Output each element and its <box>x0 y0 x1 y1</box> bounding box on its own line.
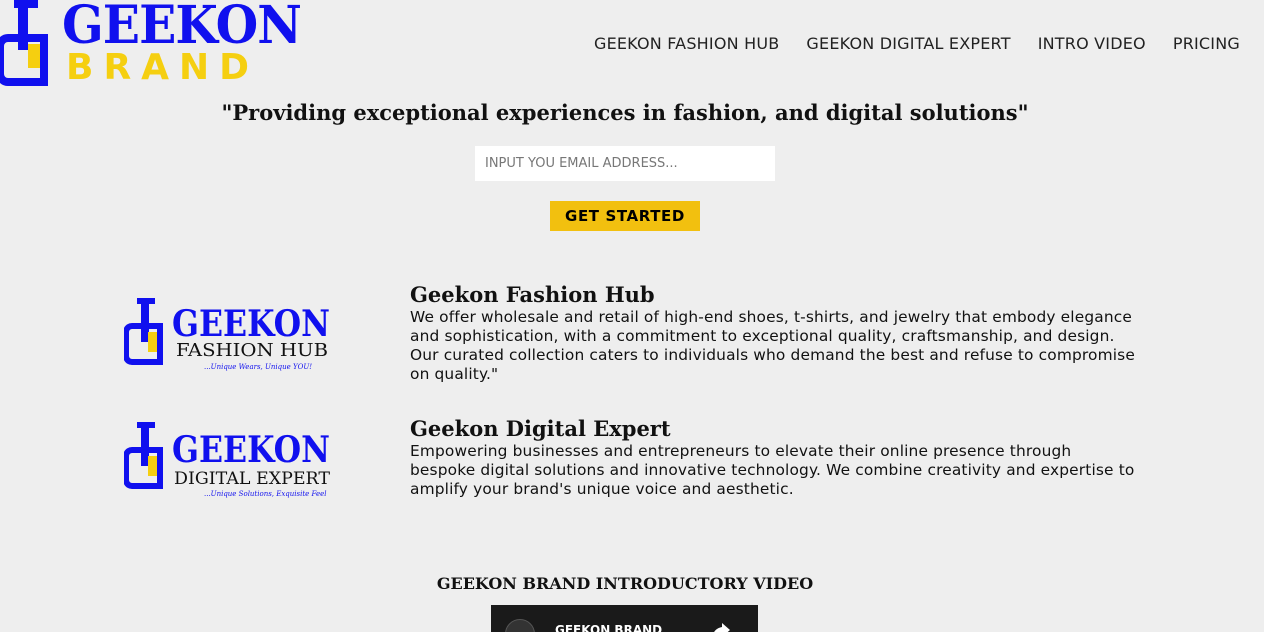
fashion-hub-logo-sub: FASHION HUB <box>176 340 328 361</box>
fashion-hub-logo[interactable]: GEEKON FASHION HUB ...Unique Wears, Uniq… <box>124 298 334 378</box>
gb-monogram-icon <box>0 0 48 86</box>
digital-expert-logo[interactable]: GEEKON DIGITAL EXPERT ...Unique Solution… <box>124 422 334 502</box>
fashion-hub-title: Geekon Fashion Hub <box>410 282 655 307</box>
share-icon[interactable] <box>710 619 732 632</box>
digital-expert-body: Geekon Digital Expert Empowering busines… <box>410 416 1140 499</box>
fashion-hub-body: Geekon Fashion Hub We offer wholesale an… <box>410 282 1140 384</box>
digital-expert-logo-sub: DIGITAL EXPERT <box>174 469 331 489</box>
fashion-hub-logo-slogan: ...Unique Wears, Unique YOU! <box>204 363 312 371</box>
hero-tagline: "Providing exceptional experiences in fa… <box>221 100 1029 125</box>
main-nav: GEEKON FASHION HUB GEEKON DIGITAL EXPERT… <box>594 34 1240 53</box>
nav-link-digital-expert[interactable]: GEEKON DIGITAL EXPERT <box>806 34 1010 53</box>
nav-link-pricing[interactable]: PRICING <box>1173 34 1240 53</box>
brand-logo[interactable]: GEEKON BRAND <box>0 0 302 90</box>
fashion-hub-description: We offer wholesale and retail of high-en… <box>410 308 1135 383</box>
brand-logo-subtext: BRAND <box>66 47 260 88</box>
video-section-title: GEEKON BRAND INTRODUCTORY VIDEO <box>436 574 814 593</box>
nav-link-fashion-hub[interactable]: GEEKON FASHION HUB <box>594 34 779 53</box>
email-input[interactable] <box>475 146 775 181</box>
digital-expert-title: Geekon Digital Expert <box>410 416 671 441</box>
digital-expert-logo-word: GEEKON <box>172 429 330 471</box>
video-player-title[interactable]: GEEKON BRAND <box>555 623 662 632</box>
site-header: GEEKON BRAND GEEKON FASHION HUB GEEKON D… <box>0 0 1264 92</box>
fashion-hub-logo-word: GEEKON <box>172 303 330 345</box>
channel-avatar-icon[interactable] <box>505 619 535 632</box>
video-player[interactable]: GEEKON BRAND <box>491 605 758 632</box>
get-started-button[interactable]: GET STARTED <box>550 201 700 231</box>
digital-expert-logo-slogan: ...Unique Solutions, Exquisite Feel <box>204 490 327 498</box>
digital-expert-description: Empowering businesses and entrepreneurs … <box>410 442 1135 498</box>
nav-link-intro-video[interactable]: INTRO VIDEO <box>1038 34 1146 53</box>
